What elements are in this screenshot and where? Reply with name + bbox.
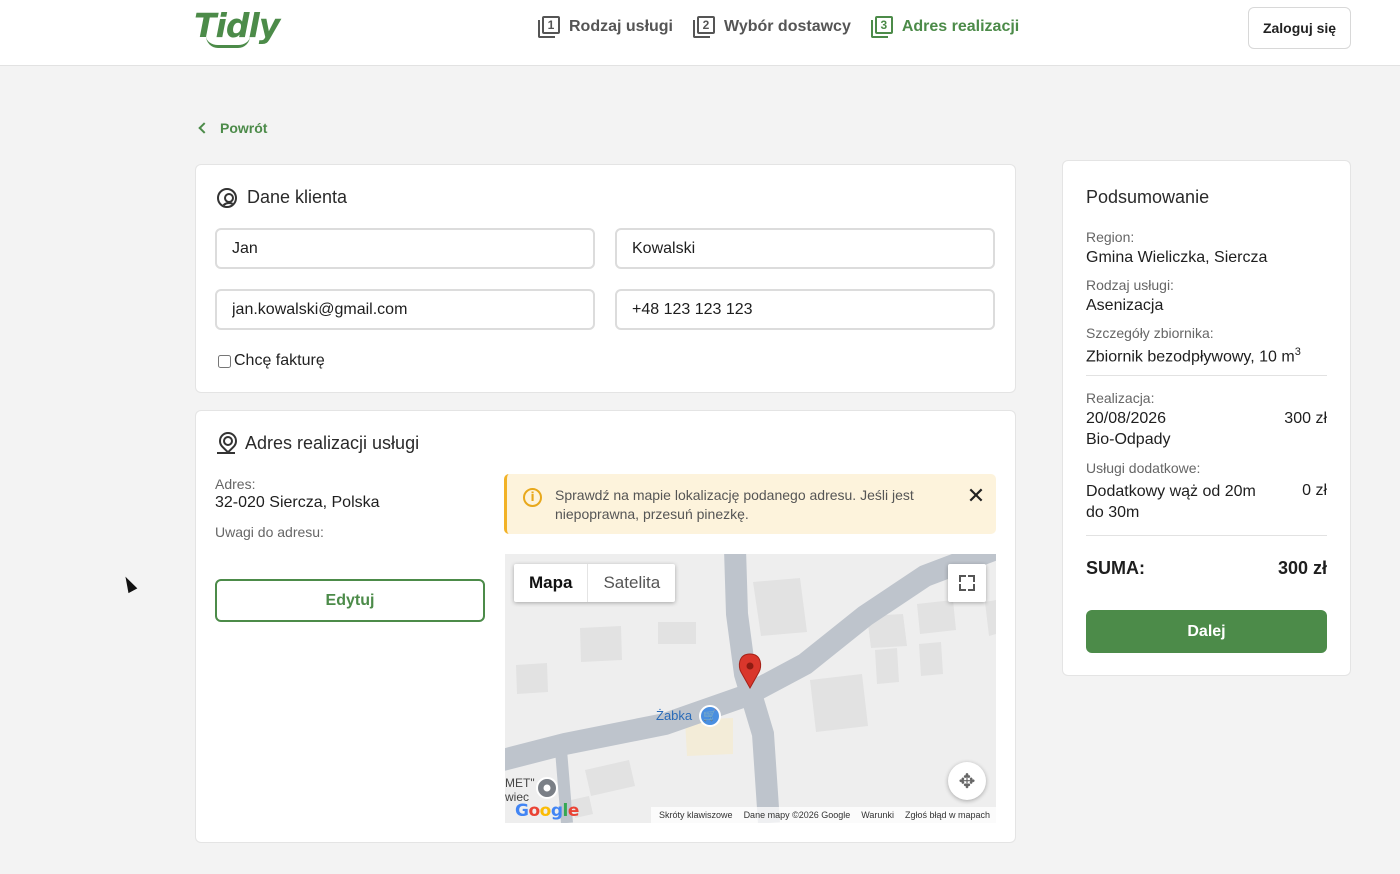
map-type-map-button[interactable]: Mapa	[514, 564, 589, 602]
location-pin-icon	[217, 432, 235, 454]
user-circle-icon	[217, 187, 237, 208]
login-button[interactable]: Zaloguj się	[1248, 7, 1351, 49]
map-view[interactable]: Mapa Satelita ✥ Żabka 🛒 MET" wiec Google…	[505, 554, 996, 823]
summary-divider	[1086, 535, 1327, 536]
step-1-icon: 1	[538, 16, 560, 38]
logo-smile-icon	[206, 36, 250, 48]
mouse-cursor-icon	[121, 574, 138, 594]
total-value: 300 zł	[1277, 558, 1327, 578]
region-label: Region:	[1086, 229, 1135, 245]
step-navigation: 1 Rodzaj usługi 2 Wybór dostawcy 3 Adres…	[538, 16, 1019, 38]
map-edge-label: MET" wiec	[505, 776, 535, 804]
back-link[interactable]: Powrót	[198, 120, 268, 136]
fullscreen-button[interactable]	[948, 564, 986, 602]
step-provider[interactable]: 2 Wybór dostawcy	[693, 16, 851, 38]
realization-date: 20/08/2026	[1086, 410, 1167, 427]
close-icon[interactable]: ✕	[965, 486, 987, 508]
move-arrows-icon: ✥	[958, 769, 976, 793]
address-card-title: Adres realizacji usługi	[217, 432, 419, 454]
step-2-icon: 2	[693, 16, 715, 38]
tank-details-value: Zbiornik bezodpływowy, 10 m3	[1086, 346, 1301, 366]
map-type-satellite-button[interactable]: Satelita	[588, 564, 675, 602]
report-error-link[interactable]: Zgłoś błąd w mapach	[905, 807, 990, 823]
shopping-cart-icon[interactable]: 🛒	[699, 705, 721, 727]
client-card-title: Dane klienta	[217, 187, 347, 208]
address-title-text: Adres realizacji usługi	[245, 432, 420, 453]
email-field[interactable]	[215, 289, 595, 330]
client-data-card: Dane klienta Chcę fakturę	[195, 164, 1016, 393]
service-type-value: Asenizacja	[1086, 297, 1164, 314]
map-attribution-bar: Skróty klawiszowe Dane mapy ©2026 Google…	[651, 807, 996, 823]
step-address[interactable]: 3 Adres realizacji	[870, 16, 1020, 38]
google-logo: Google	[515, 801, 579, 821]
first-name-field[interactable]	[215, 228, 595, 269]
service-address-card: Adres realizacji usługi Adres: 32-020 Si…	[195, 410, 1016, 843]
location-warning-alert: i Sprawdź na mapie lokalizację podanego …	[504, 474, 996, 534]
extra-service-price: 0 zł	[1302, 482, 1327, 499]
invoice-option[interactable]: Chcę fakturę	[218, 352, 325, 370]
invoice-checkbox[interactable]	[218, 354, 231, 368]
realization-price: 300 zł	[1284, 410, 1327, 427]
last-name-field[interactable]	[615, 228, 995, 269]
map-type-switch: Mapa Satelita	[514, 564, 676, 602]
client-title-text: Dane klienta	[247, 187, 348, 207]
extra-service-name: Dodatkowy wąż od 20m do 30m	[1086, 483, 1256, 521]
address-label: Adres:	[215, 476, 256, 492]
step-label: Adres realizacji	[901, 18, 1020, 35]
step-label: Wybór dostawcy	[724, 18, 851, 35]
address-notes-label: Uwagi do adresu:	[215, 524, 324, 540]
order-summary-card: Podsumowanie Region: Gmina Wieliczka, Si…	[1062, 160, 1351, 676]
invoice-label: Chcę fakturę	[234, 352, 325, 369]
info-icon: i	[523, 488, 542, 507]
top-header: Tidly 1 Rodzaj usługi 2 Wybór dostawcy 3…	[0, 0, 1400, 66]
alert-message: Sprawdź na mapie lokalizację podanego ad…	[555, 487, 914, 522]
poi-label-zabka[interactable]: Żabka	[656, 708, 692, 723]
phone-field[interactable]	[615, 289, 995, 330]
map-data-text: Dane mapy ©2026 Google	[743, 810, 851, 820]
address-value: 32-020 Siercza, Polska	[215, 494, 380, 511]
total-label: SUMA:	[1086, 558, 1145, 578]
realization-vendor: Bio-Odpady	[1086, 431, 1171, 448]
realization-label: Realizacja:	[1086, 390, 1155, 406]
region-value: Gmina Wieliczka, Siercza	[1086, 249, 1268, 266]
summary-divider	[1086, 375, 1327, 376]
back-label: Powrót	[220, 120, 268, 136]
tank-details-label: Szczegóły zbiornika:	[1086, 325, 1214, 341]
fullscreen-icon	[959, 575, 966, 582]
service-type-label: Rodzaj usługi:	[1086, 277, 1174, 293]
keyboard-shortcuts-link[interactable]: Skróty klawiszowe	[659, 807, 733, 823]
next-button[interactable]: Dalej	[1086, 610, 1327, 653]
step-3-icon: 3	[870, 16, 893, 38]
camera-move-button[interactable]: ✥	[948, 762, 986, 800]
chevron-left-icon	[198, 122, 210, 134]
step-service-type[interactable]: 1 Rodzaj usługi	[538, 16, 673, 38]
step-label: Rodzaj usługi	[569, 18, 673, 35]
summary-title: Podsumowanie	[1086, 187, 1210, 207]
extras-label: Usługi dodatkowe:	[1086, 460, 1201, 476]
edit-address-button[interactable]: Edytuj	[215, 579, 485, 622]
terms-link[interactable]: Warunki	[861, 807, 894, 823]
